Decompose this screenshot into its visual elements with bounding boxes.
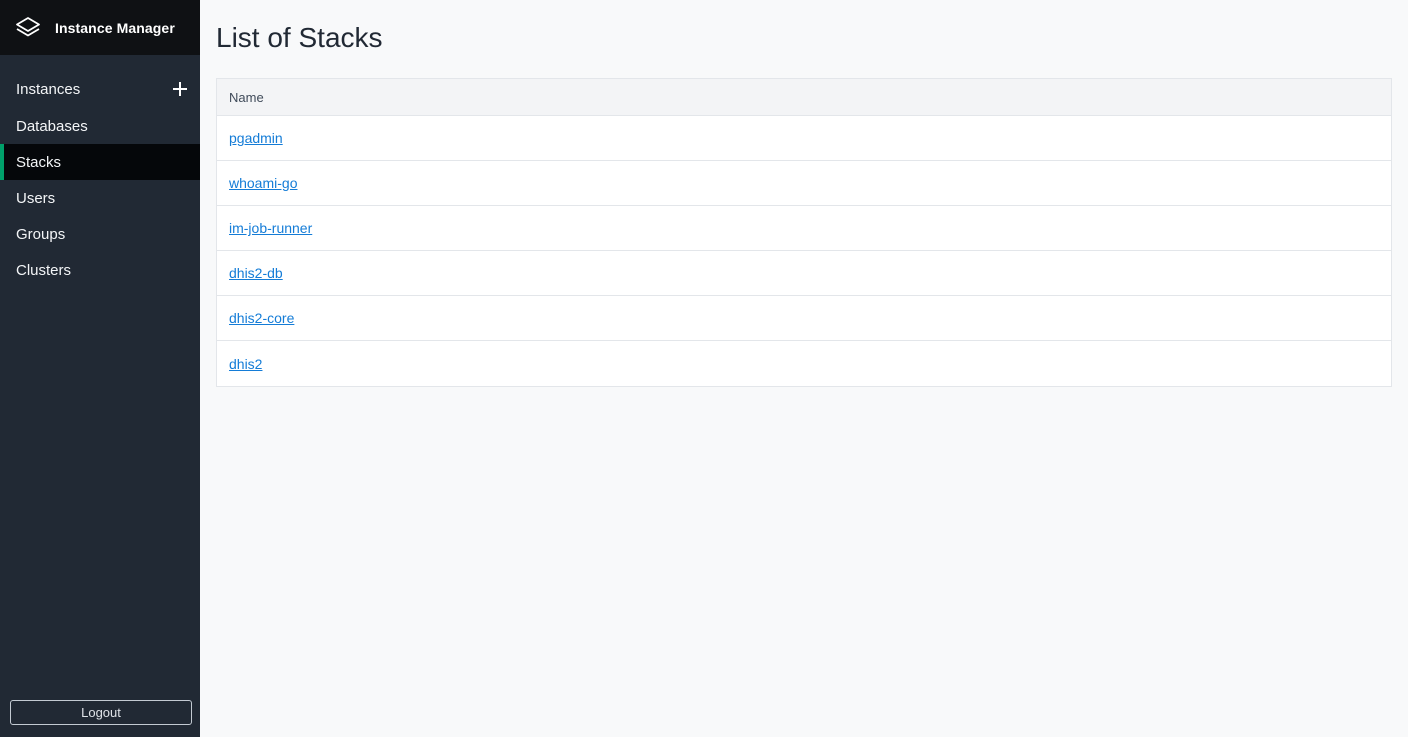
table-row: dhis2 [217,341,1391,386]
sidebar-item-label: Instances [16,80,81,98]
sidebar-item-label: Databases [16,117,88,135]
table-row: whoami-go [217,161,1391,206]
main-content: List of Stacks Name pgadmin whoami-go im… [200,0,1408,737]
sidebar-nav: Instances Databases Stacks Users Groups [0,70,200,288]
stacks-table: Name pgadmin whoami-go im-job-runner dhi… [216,78,1392,387]
stack-link[interactable]: dhis2-core [229,310,294,326]
stack-link[interactable]: dhis2 [229,356,262,372]
stack-link[interactable]: im-job-runner [229,220,312,236]
layers-icon [15,15,41,41]
table-row: dhis2-core [217,296,1391,341]
stack-link[interactable]: pgadmin [229,130,283,146]
sidebar-item-instances[interactable]: Instances [0,70,200,108]
stack-link[interactable]: whoami-go [229,175,297,191]
sidebar-item-label: Groups [16,225,66,243]
brand-header[interactable]: Instance Manager [0,0,200,55]
page-title: List of Stacks [216,22,383,53]
sidebar-item-label: Stacks [16,153,62,171]
sidebar-item-stacks[interactable]: Stacks [0,144,200,180]
table-row: im-job-runner [217,206,1391,251]
app-root: Instance Manager Instances Databases Sta… [0,0,1408,737]
table-row: dhis2-db [217,251,1391,296]
logout-button[interactable]: Logout [10,700,192,725]
sidebar-item-groups[interactable]: Groups [0,216,200,252]
sidebar-item-databases[interactable]: Databases [0,108,200,144]
sidebar-item-users[interactable]: Users [0,180,200,216]
sidebar-item-clusters[interactable]: Clusters [0,252,200,288]
table-row: pgadmin [217,116,1391,161]
sidebar: Instance Manager Instances Databases Sta… [0,0,200,737]
stack-link[interactable]: dhis2-db [229,265,283,281]
sidebar-item-label: Clusters [16,261,72,279]
app-title: Instance Manager [55,19,175,36]
sidebar-item-label: Users [16,189,56,207]
table-header-name: Name [217,79,1391,116]
plus-icon[interactable] [171,80,189,98]
